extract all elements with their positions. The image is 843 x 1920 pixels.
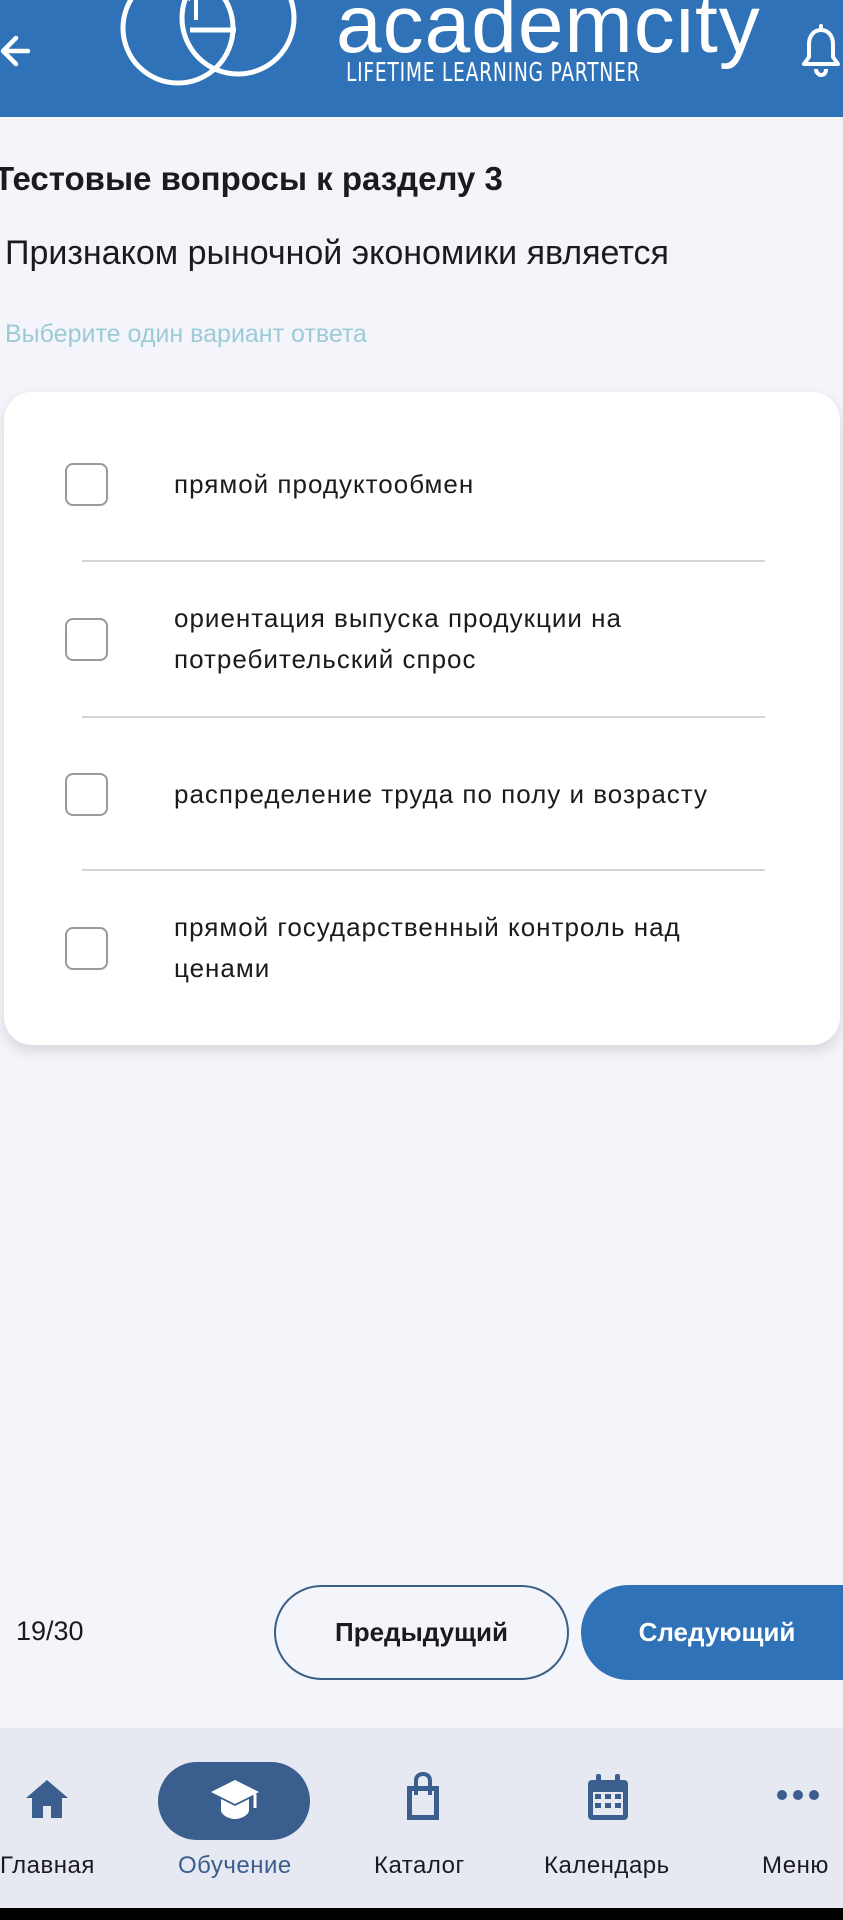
answer-option[interactable]: прямой продуктообмен bbox=[4, 392, 840, 560]
bell-icon[interactable] bbox=[800, 24, 843, 80]
nav-item-catalog[interactable]: Каталог bbox=[370, 1728, 475, 1908]
options-card: прямой продуктообмен ориентация выпуска … bbox=[4, 392, 840, 1045]
nav-label-learning: Обучение bbox=[178, 1852, 292, 1879]
question-counter: 19/30 bbox=[16, 1616, 84, 1646]
shopping-bag-icon bbox=[407, 1772, 439, 1820]
answer-hint: Выберите один вариант ответа bbox=[5, 320, 367, 348]
arrow-left-icon[interactable] bbox=[0, 26, 40, 76]
option-label: ориентация выпуска продукции на потребит… bbox=[174, 603, 622, 674]
option-label: прямой государственный контроль над цена… bbox=[174, 912, 681, 983]
answer-option[interactable]: прямой государственный контроль над цена… bbox=[4, 871, 840, 1045]
home-icon bbox=[26, 1780, 68, 1818]
academcity-logo-icon bbox=[120, 0, 297, 86]
previous-button[interactable]: Предыдущий bbox=[274, 1585, 569, 1680]
system-home-bar bbox=[0, 1908, 843, 1920]
answer-option[interactable]: распределение труда по полу и возрасту bbox=[4, 718, 840, 870]
nav-item-calendar[interactable]: Календарь bbox=[542, 1728, 674, 1908]
calendar-icon bbox=[588, 1774, 628, 1820]
nav-label-calendar: Календарь bbox=[544, 1852, 670, 1879]
bottom-nav: Главная Обучение Каталог Календарь Меню bbox=[0, 1728, 843, 1908]
nav-label-home: Главная bbox=[0, 1852, 95, 1879]
option-checkbox[interactable] bbox=[65, 773, 108, 816]
option-checkbox[interactable] bbox=[65, 927, 108, 970]
more-horizontal-icon bbox=[777, 1790, 819, 1800]
option-checkbox[interactable] bbox=[65, 618, 108, 661]
nav-item-menu[interactable]: Меню bbox=[760, 1728, 843, 1908]
option-label: прямой продуктообмен bbox=[174, 469, 475, 499]
next-button[interactable]: Следующий bbox=[581, 1585, 843, 1680]
question-text: Признаком рыночной экономики является bbox=[5, 234, 669, 272]
app-header: academcity LIFETIME LEARNING PARTNER bbox=[0, 0, 843, 117]
option-checkbox[interactable] bbox=[65, 463, 108, 506]
graduation-cap-icon bbox=[211, 1780, 259, 1819]
nav-label-menu: Меню bbox=[762, 1852, 829, 1879]
answer-option[interactable]: ориентация выпуска продукции на потребит… bbox=[4, 562, 840, 717]
option-label: распределение труда по полу и возрасту bbox=[174, 779, 708, 809]
nav-item-home[interactable]: Главная bbox=[0, 1728, 95, 1908]
logo-tagline: LIFETIME LEARNING PARTNER bbox=[346, 58, 641, 88]
nav-item-learning[interactable]: Обучение bbox=[158, 1728, 310, 1908]
section-title: Тестовые вопросы к разделу 3 bbox=[0, 160, 503, 197]
nav-label-catalog: Каталог bbox=[374, 1852, 465, 1879]
